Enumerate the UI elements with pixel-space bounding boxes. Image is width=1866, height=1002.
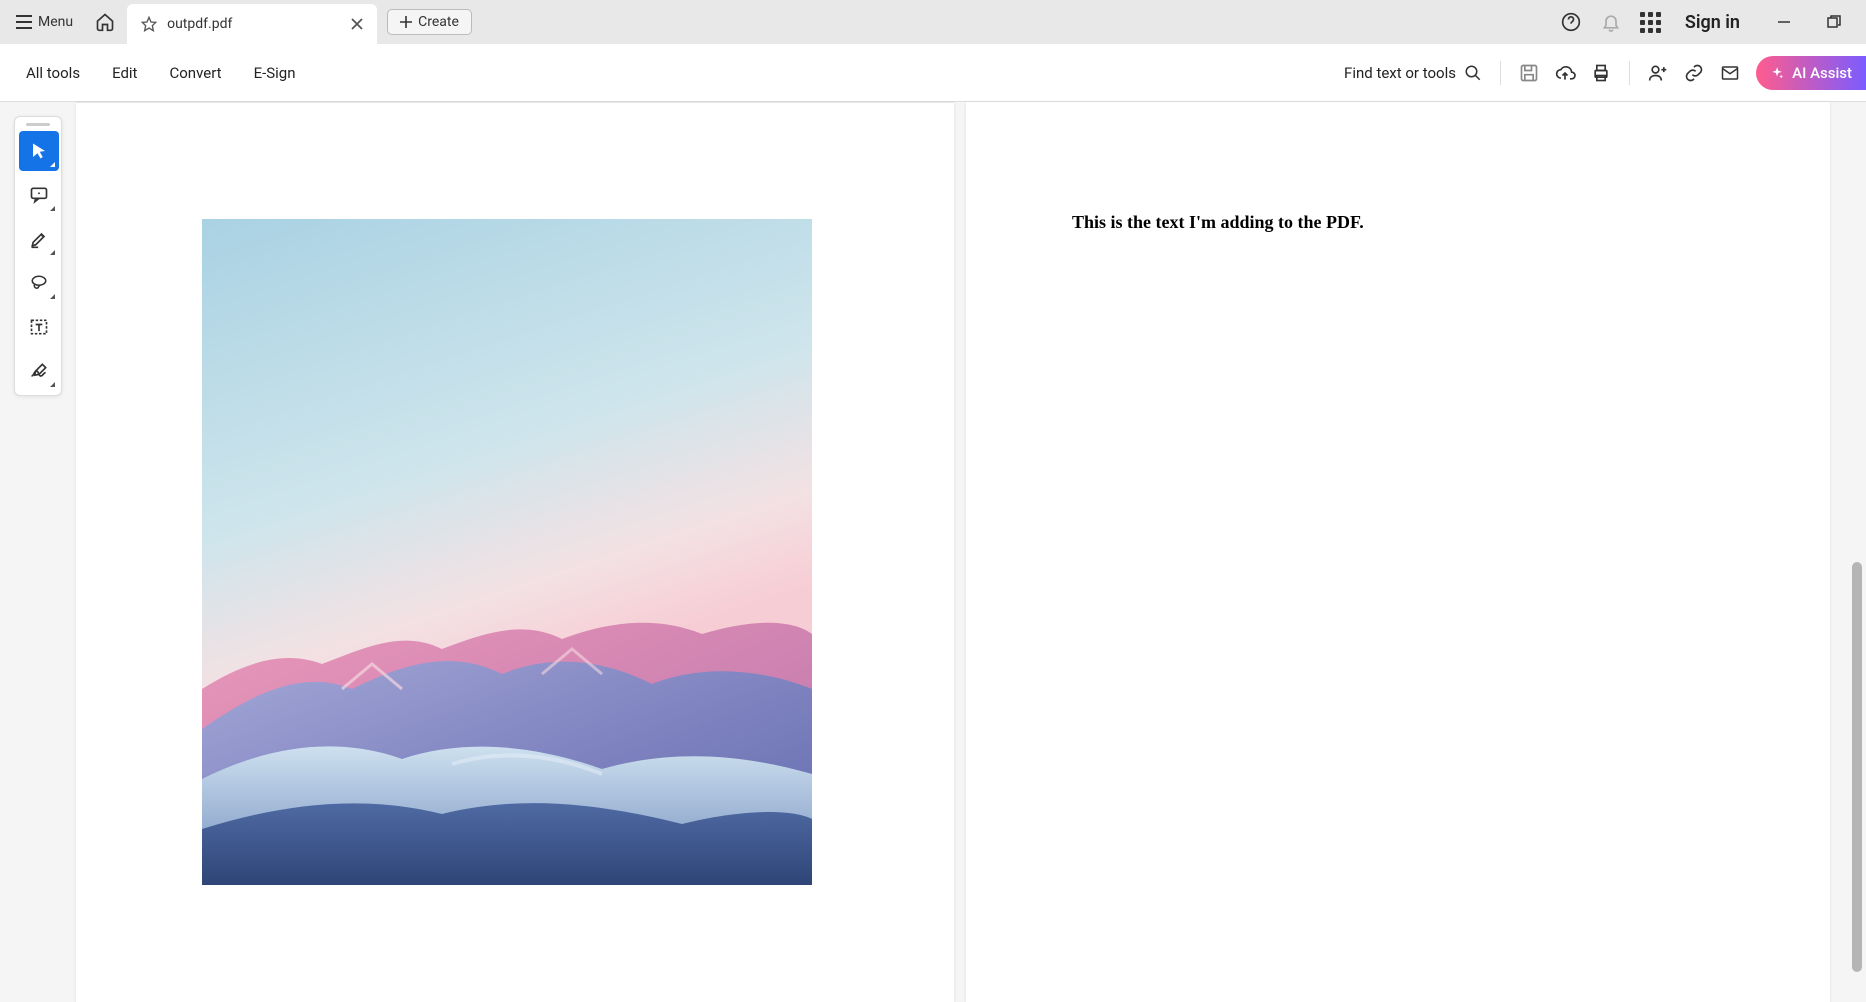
comment-tool[interactable] [19, 175, 59, 215]
create-label: Create [418, 14, 459, 30]
print-button[interactable] [1583, 55, 1619, 91]
cloud-upload-icon [1554, 63, 1576, 83]
toolbar: All tools Edit Convert E-Sign Find text … [0, 44, 1866, 102]
toolbar-convert[interactable]: Convert [155, 56, 235, 90]
titlebar: Menu outpdf.pdf Create Sign in [0, 0, 1866, 44]
hamburger-icon [16, 15, 32, 29]
separator [1500, 61, 1501, 85]
close-icon [351, 18, 363, 30]
home-icon [95, 12, 115, 32]
comment-icon [29, 185, 49, 205]
palette-drag-handle[interactable] [19, 121, 57, 127]
ai-assistant-button[interactable]: AI Assist [1756, 56, 1866, 90]
maximize-icon [1827, 15, 1841, 29]
toolbar-edit[interactable]: Edit [98, 56, 151, 90]
sign-tool[interactable] [19, 351, 59, 391]
window-controls [1764, 2, 1854, 42]
scrollbar-thumb[interactable] [1852, 562, 1862, 972]
highlighter-icon [29, 229, 49, 249]
find-label: Find text or tools [1344, 64, 1456, 82]
toolbar-esign[interactable]: E-Sign [240, 56, 310, 90]
page-2[interactable]: This is the text I'm adding to the PDF. [966, 102, 1830, 1002]
find-button[interactable]: Find text or tools [1336, 58, 1490, 88]
apps-grid-icon [1640, 12, 1661, 33]
star-icon[interactable] [141, 16, 157, 32]
help-button[interactable] [1551, 2, 1591, 42]
cursor-icon [30, 141, 48, 161]
signature-icon [29, 361, 49, 381]
toolbar-all-tools[interactable]: All tools [12, 56, 94, 90]
search-icon [1464, 64, 1482, 82]
text-box-icon [29, 317, 49, 337]
ai-sparkle-icon [1770, 64, 1784, 82]
tab-close-button[interactable] [347, 14, 367, 34]
minimize-icon [1777, 15, 1791, 29]
email-button[interactable] [1712, 55, 1748, 91]
menu-label: Menu [38, 14, 73, 30]
link-button[interactable] [1676, 55, 1712, 91]
tab-title: outpdf.pdf [167, 16, 337, 32]
draw-tool[interactable] [19, 263, 59, 303]
link-icon [1684, 63, 1704, 83]
page-1[interactable] [76, 102, 954, 1002]
toolbar-left: All tools Edit Convert E-Sign [12, 56, 310, 90]
page-spread: This is the text I'm adding to the PDF. [76, 102, 1830, 1002]
lasso-icon [29, 274, 49, 292]
select-tool[interactable] [19, 131, 59, 171]
minimize-button[interactable] [1764, 2, 1804, 42]
separator [1629, 61, 1630, 85]
plus-icon [400, 16, 412, 28]
tool-palette [14, 116, 62, 396]
highlight-tool[interactable] [19, 219, 59, 259]
help-icon [1561, 12, 1581, 32]
workspace: This is the text I'm adding to the PDF. [0, 102, 1866, 1002]
sign-in-button[interactable]: Sign in [1671, 12, 1754, 33]
upload-button[interactable] [1547, 55, 1583, 91]
home-button[interactable] [89, 6, 121, 38]
mail-icon [1720, 64, 1740, 82]
menu-button[interactable]: Menu [6, 8, 83, 36]
share-people-button[interactable] [1640, 55, 1676, 91]
maximize-button[interactable] [1814, 2, 1854, 42]
document-tab[interactable]: outpdf.pdf [127, 4, 377, 44]
bell-icon [1601, 12, 1621, 32]
notifications-button[interactable] [1591, 2, 1631, 42]
text-box-tool[interactable] [19, 307, 59, 347]
create-button[interactable]: Create [387, 9, 472, 35]
save-button[interactable] [1511, 55, 1547, 91]
save-icon [1519, 63, 1539, 83]
embedded-image [202, 219, 812, 885]
page-2-body-text: This is the text I'm adding to the PDF. [1072, 212, 1364, 233]
print-icon [1591, 63, 1611, 83]
people-plus-icon [1647, 63, 1669, 83]
apps-button[interactable] [1631, 2, 1671, 42]
ai-label: AI Assist [1792, 64, 1852, 82]
vertical-scrollbar[interactable] [1844, 102, 1866, 1002]
